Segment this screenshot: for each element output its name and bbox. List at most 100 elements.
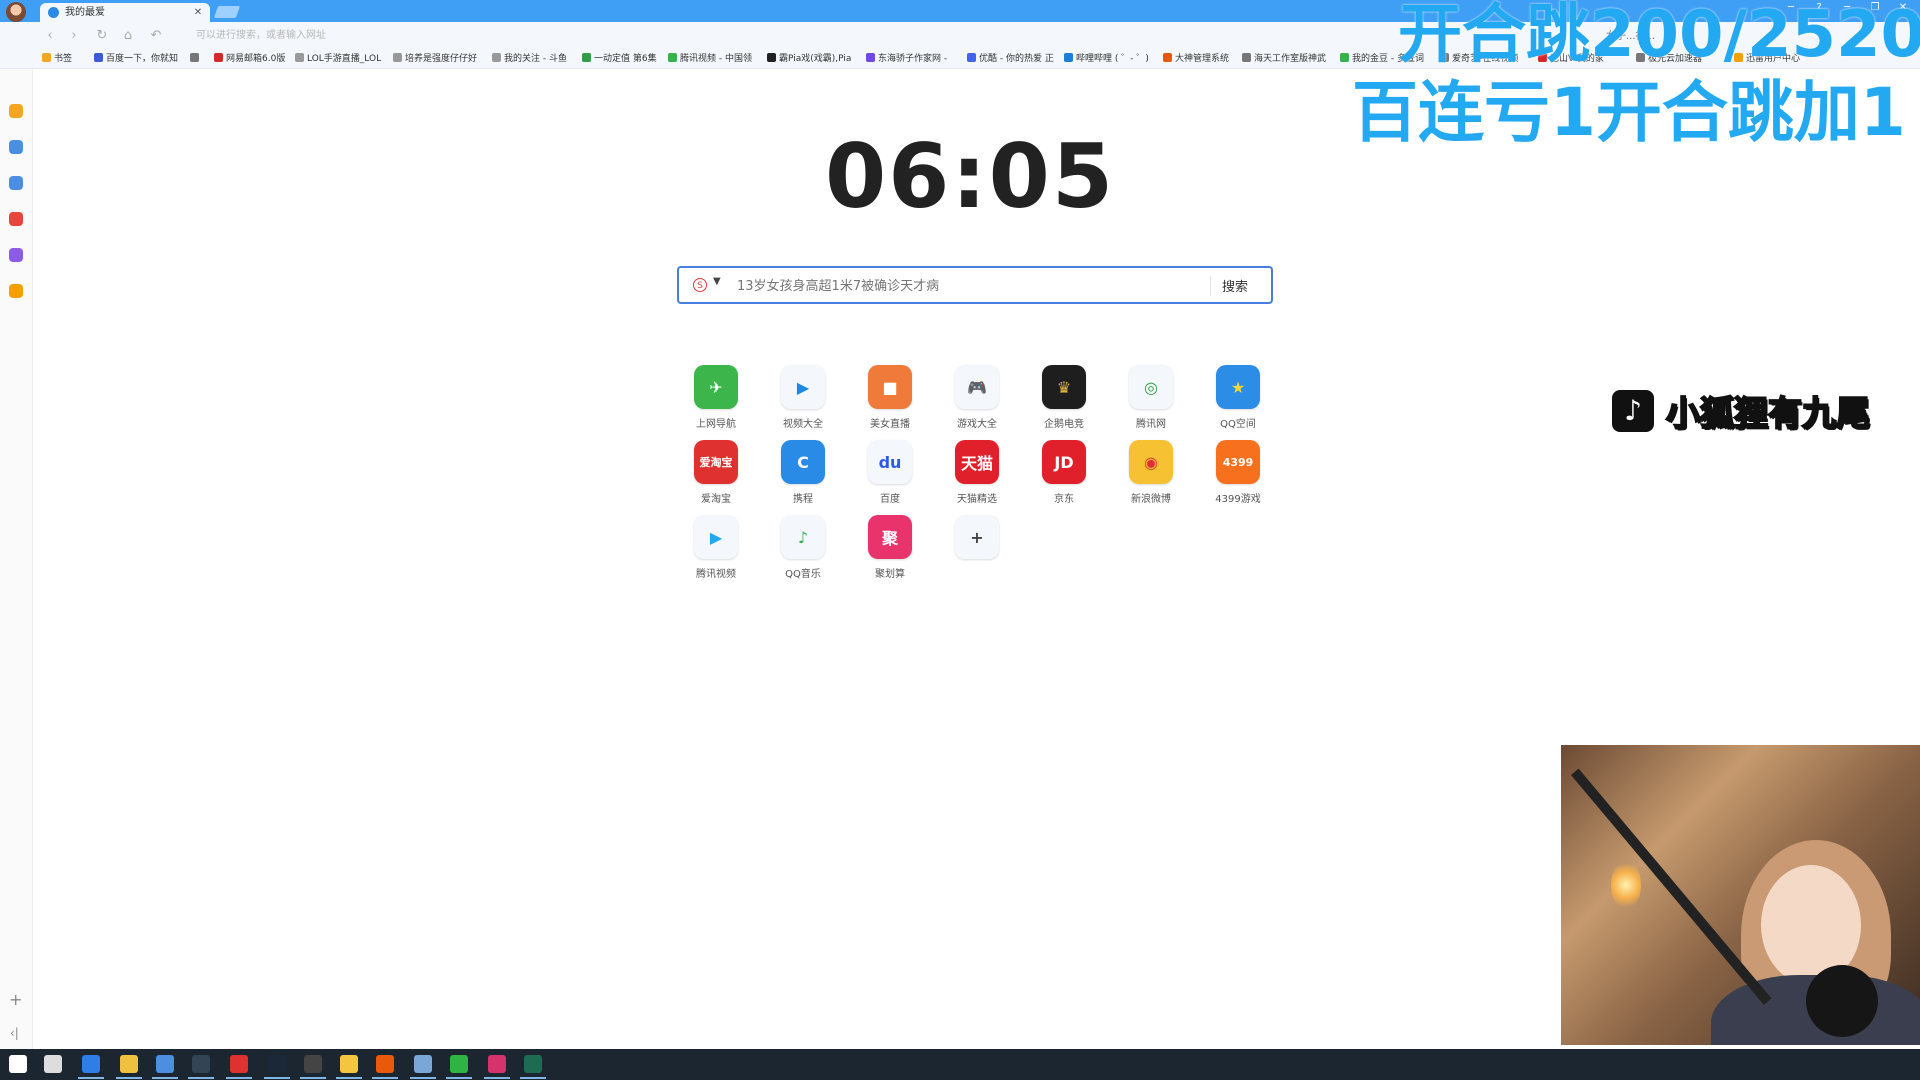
kugou-icon[interactable] bbox=[82, 1055, 100, 1073]
task-view-icon[interactable] bbox=[44, 1055, 62, 1073]
user-avatar[interactable] bbox=[6, 2, 26, 22]
app-red-icon[interactable] bbox=[376, 1055, 394, 1073]
shortcut-tile[interactable]: 天猫 天猫精选 bbox=[937, 440, 1017, 505]
bookmark-label: 霸Pia戏(戏霸),Pia bbox=[779, 54, 852, 64]
bookmark-item[interactable]: 哔哩哔哩 ( ゜- ゜) bbox=[1064, 51, 1156, 67]
taskbar-running-indicator bbox=[116, 1077, 142, 1079]
sidebar-add-icon[interactable]: + bbox=[9, 990, 22, 1009]
sidebar-clock-icon[interactable] bbox=[9, 140, 23, 154]
tab-my-favorites[interactable]: 我的最爱 ✕ bbox=[40, 3, 210, 22]
netease-music-icon[interactable] bbox=[230, 1055, 248, 1073]
search-input[interactable] bbox=[735, 274, 1359, 298]
shortcut-icon: ▶ bbox=[694, 515, 738, 559]
browser-icon[interactable] bbox=[156, 1055, 174, 1073]
shortcut-label: 爱淘宝 bbox=[701, 494, 731, 505]
sidebar-pen-icon[interactable] bbox=[9, 248, 23, 262]
shortcut-tile[interactable]: ♪ QQ音乐 bbox=[763, 515, 843, 580]
shortcut-tile[interactable]: ★ QQ空间 bbox=[1198, 365, 1278, 430]
sidebar-star-icon[interactable] bbox=[9, 104, 23, 118]
bookmark-item[interactable]: 百度一下，你就知 bbox=[94, 51, 180, 67]
forward-icon[interactable]: › bbox=[64, 26, 84, 46]
taskbar-running-indicator bbox=[226, 1077, 252, 1079]
shortcut-label: QQ空间 bbox=[1220, 419, 1256, 430]
bookmark-item[interactable]: 书签 bbox=[42, 51, 82, 67]
sidebar-search-icon[interactable] bbox=[9, 284, 23, 298]
bookmark-item[interactable]: 培养是强度仔仔好 bbox=[393, 51, 483, 67]
undo-icon[interactable]: ↶ bbox=[146, 26, 166, 46]
microphone bbox=[1806, 965, 1878, 1037]
bookmark-item[interactable]: LOL手游直播_LOL bbox=[295, 51, 385, 67]
shortcut-icon: ■ bbox=[868, 365, 912, 409]
bookmark-favicon-icon bbox=[967, 53, 976, 62]
sogou-browser-icon[interactable] bbox=[414, 1055, 432, 1073]
bookmark-item[interactable]: 一动定值 第6集 bbox=[582, 51, 662, 67]
bookmark-item[interactable]: 我的关注 - 斗鱼 bbox=[492, 51, 574, 67]
bookmark-item[interactable]: 大神管理系统 bbox=[1163, 51, 1235, 67]
search-button[interactable]: 搜索 bbox=[1222, 276, 1248, 295]
shortcut-tile[interactable]: du 百度 bbox=[850, 440, 930, 505]
search-engine-icon[interactable]: S bbox=[693, 278, 707, 292]
audition-icon[interactable] bbox=[524, 1055, 542, 1073]
bookmark-label: 东海骄子作家网 - bbox=[878, 54, 948, 64]
shortcut-tile[interactable]: ▶ 腾讯视频 bbox=[676, 515, 756, 580]
shortcut-label: 携程 bbox=[793, 494, 813, 505]
steam-icon[interactable] bbox=[268, 1055, 286, 1073]
bookmark-item[interactable] bbox=[190, 51, 208, 67]
bookmark-favicon-icon bbox=[492, 53, 501, 62]
sidebar-pdf-icon[interactable] bbox=[9, 212, 23, 226]
shortcut-tile[interactable]: ▶ 视频大全 bbox=[763, 365, 843, 430]
shortcut-tile[interactable]: ◎ 腾讯网 bbox=[1111, 365, 1191, 430]
shortcut-icon: ◎ bbox=[1129, 365, 1173, 409]
shortcut-tile[interactable]: JD 京东 bbox=[1024, 440, 1104, 505]
bookmark-item[interactable]: 腾讯视频 - 中国领 bbox=[668, 51, 760, 67]
taskbar-running-indicator bbox=[152, 1077, 178, 1079]
refresh-icon[interactable]: ↻ bbox=[92, 26, 112, 46]
address-bar[interactable]: 可以进行搜索，或者输入网址 bbox=[196, 26, 1496, 46]
circle-app-icon[interactable] bbox=[340, 1055, 358, 1073]
bookmark-item[interactable]: 优酷 - 你的热爱 正 bbox=[967, 51, 1059, 67]
app-pink-icon[interactable] bbox=[488, 1055, 506, 1073]
wechat-icon[interactable] bbox=[450, 1055, 468, 1073]
windows-start-icon[interactable] bbox=[9, 1055, 27, 1073]
bookmark-item[interactable]: 霸Pia戏(戏霸),Pia bbox=[767, 51, 859, 67]
shortcut-tile[interactable]: ■ 美女直播 bbox=[850, 365, 930, 430]
bookmark-favicon-icon bbox=[295, 53, 304, 62]
bookmark-favicon-icon bbox=[1163, 53, 1172, 62]
shortcut-tile[interactable]: 爱淘宝 爱淘宝 bbox=[676, 440, 756, 505]
shortcut-tile[interactable]: 聚聚划算 bbox=[850, 515, 930, 580]
bookmark-item[interactable]: 东海骄子作家网 - bbox=[866, 51, 960, 67]
bookmark-label: 腾讯视频 - 中国领 bbox=[680, 54, 752, 64]
shortcut-icon: du bbox=[868, 440, 912, 484]
back-icon[interactable]: ‹ bbox=[40, 26, 60, 46]
shortcut-tile[interactable]: ✈ 上网导航 bbox=[676, 365, 756, 430]
shortcut-tile[interactable]: ◉ 新浪微博 bbox=[1111, 440, 1191, 505]
shortcut-tile[interactable]: 4399 4399游戏 bbox=[1198, 440, 1278, 505]
obs-icon[interactable] bbox=[304, 1055, 322, 1073]
shortcut-icon: 🎮 bbox=[955, 365, 999, 409]
douyin-logo-icon: ♪ bbox=[1612, 390, 1654, 432]
shortcut-icon: ▶ bbox=[781, 365, 825, 409]
tab-close-icon[interactable]: ✕ bbox=[191, 3, 205, 22]
tab-title: 我的最爱 bbox=[65, 7, 105, 18]
chevron-down-icon[interactable]: ▼ bbox=[713, 276, 721, 287]
shortcut-tile[interactable]: 🎮 游戏大全 bbox=[937, 365, 1017, 430]
add-shortcut-button[interactable]: + bbox=[937, 515, 1017, 565]
bookmark-label: 网易邮箱6.0版 bbox=[226, 54, 286, 64]
bookmark-item[interactable]: 海天工作室版神武 bbox=[1242, 51, 1336, 67]
taskbar-running-indicator bbox=[78, 1077, 104, 1079]
terminal-icon[interactable] bbox=[192, 1055, 210, 1073]
bookmark-label: 优酷 - 你的热爱 正 bbox=[979, 54, 1054, 64]
home-icon[interactable]: ⌂ bbox=[118, 26, 138, 46]
address-placeholder: 可以进行搜索，或者输入网址 bbox=[196, 30, 326, 41]
sidebar-collapse-icon[interactable]: ‹| bbox=[10, 1026, 19, 1040]
new-tab-button[interactable] bbox=[213, 6, 241, 18]
bookmark-item[interactable]: 网易邮箱6.0版 bbox=[214, 51, 290, 67]
sidebar-cloud-icon[interactable] bbox=[9, 176, 23, 190]
bookmark-favicon-icon bbox=[866, 53, 875, 62]
streamer-name: 小狐狸有九尾 bbox=[1665, 393, 1871, 435]
bookmark-favicon-icon bbox=[214, 53, 223, 62]
clock: 06:05 bbox=[824, 125, 1116, 228]
shortcut-tile[interactable]: C 携程 bbox=[763, 440, 843, 505]
shortcut-tile[interactable]: ♛ 企鹅电竞 bbox=[1024, 365, 1104, 430]
file-explorer-icon[interactable] bbox=[120, 1055, 138, 1073]
